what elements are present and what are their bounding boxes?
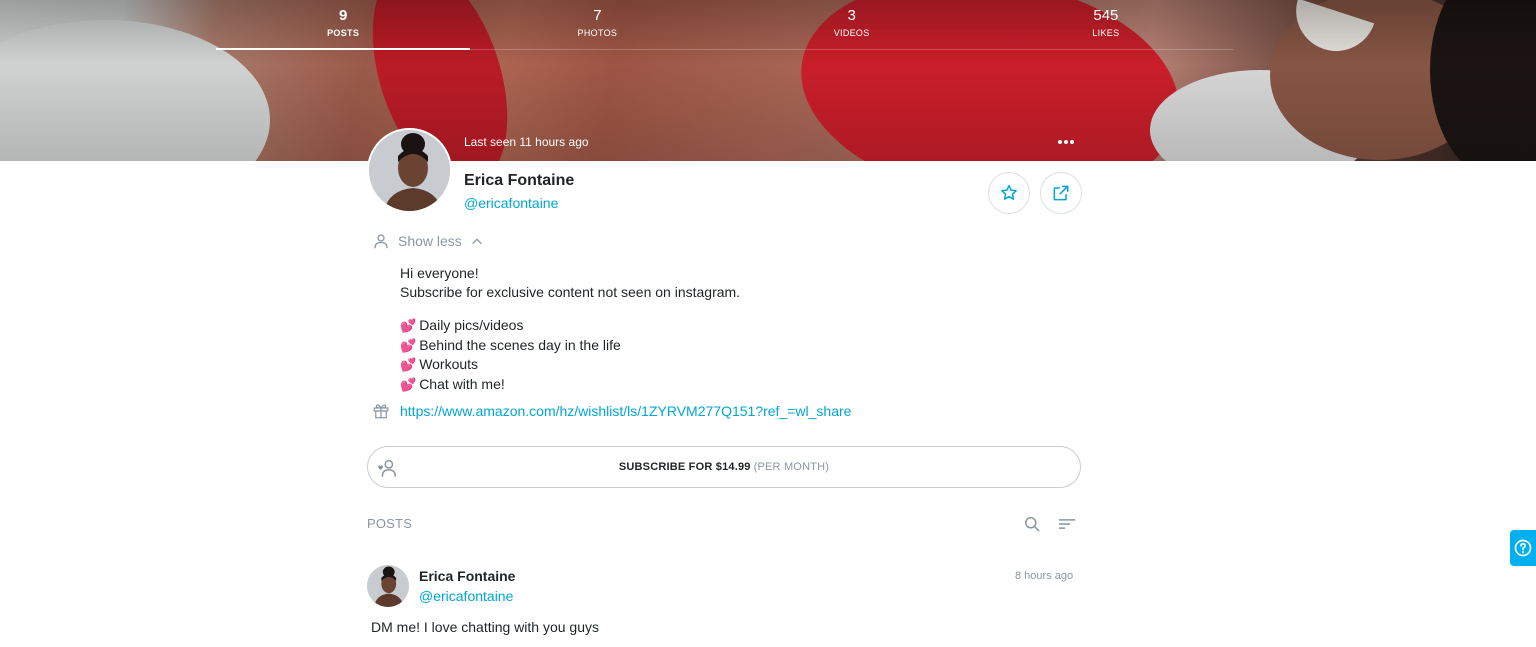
post-timestamp[interactable]: 8 hours ago: [1015, 570, 1073, 582]
subscribe-period: (PER MONTH): [753, 461, 830, 473]
bio-line: Hi everyone!: [400, 265, 479, 281]
posts-count: 9: [338, 7, 348, 24]
photos-label: PHOTOS: [577, 28, 618, 38]
wishlist-link[interactable]: https://www.amazon.com/hz/wishlist/ls/1Z…: [400, 403, 851, 419]
posts-label: POSTS: [327, 28, 360, 38]
bio-line: Subscribe for exclusive content not seen…: [400, 283, 741, 300]
gift-icon: [373, 404, 389, 419]
perk-text: Workouts: [419, 356, 479, 372]
two-hearts-icon: 💕: [400, 357, 417, 372]
last-seen-status: Last seen 11 hours ago: [464, 135, 589, 149]
help-icon: [1514, 539, 1532, 557]
share-button[interactable]: [1040, 172, 1082, 214]
star-icon: [1001, 184, 1017, 200]
share-icon: [1053, 185, 1069, 201]
bio-perk: 💕 Workouts: [400, 355, 740, 375]
profile-stats-tabs: 9 POSTS 7 PHOTOS 3 VIDEOS 545 LIKES: [216, 0, 1233, 50]
bio-perk: 💕 Daily pics/videos: [400, 316, 740, 336]
post-author-name[interactable]: Erica Fontaine: [419, 568, 515, 584]
wishlist-row: https://www.amazon.com/hz/wishlist/ls/1Z…: [372, 402, 851, 420]
photos-count: 7: [593, 7, 602, 24]
tab-posts[interactable]: 9 POSTS: [216, 0, 471, 50]
bio-perk: 💕 Chat with me!: [400, 375, 740, 395]
user-icon: [374, 234, 388, 249]
profile-bio: Hi everyone! Subscribe for exclusive con…: [400, 264, 740, 394]
show-less-toggle[interactable]: Show less: [372, 232, 484, 250]
subscribe-label: SUBSCRIBE FOR $14.99: [618, 461, 751, 473]
profile-avatar[interactable]: [367, 128, 452, 213]
likes-label: LIKES: [1092, 28, 1120, 38]
bio-perk: 💕 Behind the scenes day in the life: [400, 336, 740, 356]
two-hearts-icon: 💕: [400, 318, 417, 333]
sort-posts-button[interactable]: [1057, 514, 1077, 539]
subscribe-button[interactable]: SUBSCRIBE FOR $14.99 (PER MONTH): [367, 446, 1081, 488]
more-options-icon[interactable]: [1054, 132, 1078, 152]
perk-text: Behind the scenes day in the life: [419, 336, 621, 353]
two-hearts-icon: 💕: [400, 376, 417, 392]
show-less-label: Show less: [398, 233, 462, 249]
chevron-up-icon: [472, 238, 482, 244]
search-posts-button[interactable]: [1022, 514, 1042, 539]
favorite-button[interactable]: [988, 172, 1030, 214]
sort-icon: [1058, 519, 1076, 529]
profile-handle[interactable]: @ericafontaine: [464, 195, 558, 211]
perk-text: Chat with me!: [419, 375, 505, 392]
videos-count: 3: [847, 7, 856, 24]
profile-name: Erica Fontaine: [464, 172, 575, 189]
post-author-handle[interactable]: @ericafontaine: [419, 588, 513, 604]
subscribe-user-icon: [378, 459, 396, 477]
help-button[interactable]: [1510, 530, 1536, 566]
tab-likes[interactable]: 545 LIKES: [979, 0, 1233, 49]
videos-label: VIDEOS: [833, 28, 870, 38]
tab-videos[interactable]: 3 VIDEOS: [725, 0, 979, 49]
likes-count: 545: [1093, 7, 1119, 24]
search-icon: [1025, 517, 1040, 532]
post-author-avatar[interactable]: [367, 565, 409, 607]
perk-text: Daily pics/videos: [419, 317, 524, 333]
post-text: DM me! I love chatting with you guys: [371, 619, 599, 635]
tab-photos[interactable]: 7 PHOTOS: [470, 0, 724, 49]
posts-section-title: POSTS: [367, 516, 413, 531]
two-hearts-icon: 💕: [400, 337, 417, 353]
